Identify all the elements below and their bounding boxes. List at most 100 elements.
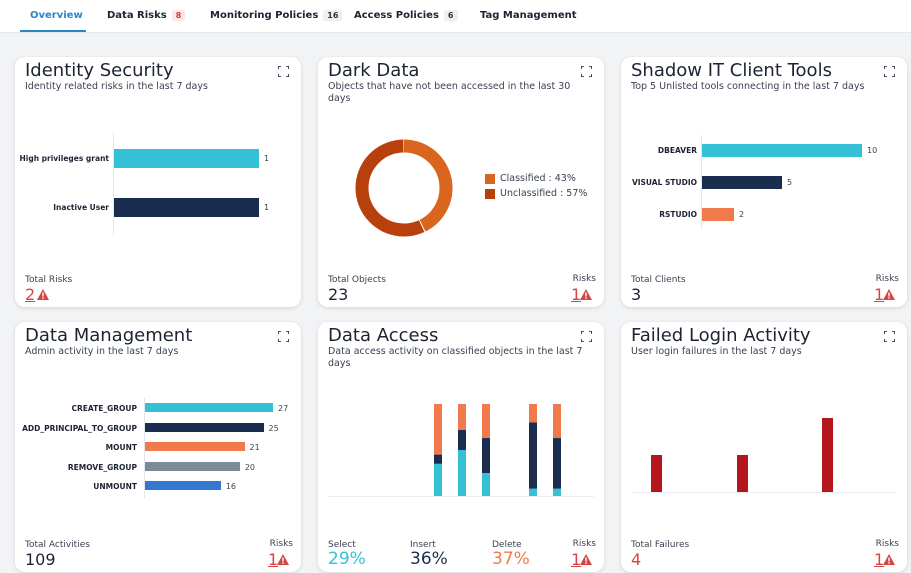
card-title: Dark Data [328,60,420,81]
bar-value: 25 [268,423,279,433]
legend-swatch [485,189,495,199]
bar-label: ADD_PRINCIPAL_TO_GROUP [22,423,137,433]
footer-label: Total Failures [631,540,690,550]
stacked-bar-segment[interactable] [553,438,561,489]
bar-label: UNMOUNT [93,482,137,491]
card-subtitle: Data access activity on classified objec… [328,346,583,369]
footer-label: Total Objects [328,275,386,285]
count-badge: 6 [443,10,458,21]
stacked-bar-segment[interactable] [458,404,466,430]
bar-label: MOUNT [105,443,137,452]
stacked-bar-chart[interactable] [328,392,594,502]
active-tab-indicator [20,30,86,32]
count-badge: 8 [171,10,186,21]
shadow-it-card: Shadow IT Client Tools Top 5 Unlisted to… [621,57,907,307]
footer-label: Total Clients [631,275,686,285]
chart-bar[interactable] [145,403,273,412]
total-activities-value: 109 [25,550,56,569]
legend-unclassified: Unclassified : 57% [500,188,588,199]
bar-value: 1 [264,154,270,163]
bar-label: CREATE_GROUP [71,404,137,413]
bar-chart[interactable] [631,402,897,494]
chart-bar[interactable] [702,144,862,157]
warning-icon [277,554,289,565]
legend-classified: Classified : 43% [500,173,576,184]
card-subtitle: Identity related risks in the last 7 day… [25,81,208,92]
data-management-card: Data Management Admin activity in the la… [15,322,301,572]
tab-overview[interactable]: Overview [30,10,83,21]
stacked-bar-segment[interactable] [553,404,561,439]
chart-bar[interactable] [145,442,245,451]
bar-value: 5 [787,178,793,187]
chart-bar[interactable] [145,481,221,490]
total-clients-value: 3 [631,285,642,304]
stacked-bar-segment[interactable] [529,404,537,423]
donut-chart[interactable] [353,137,455,239]
warning-icon [580,289,592,300]
stacked-bar-segment[interactable] [458,429,466,450]
bar-label: High privileges grant [19,154,109,163]
bar-label: RSTUDIO [659,210,697,219]
delete-percent: 37% [492,549,530,569]
bar-label: REMOVE_GROUP [67,462,137,472]
bar-label: Inactive User [53,203,109,212]
stacked-bar-segment[interactable] [482,438,490,473]
insert-percent: 36% [410,549,448,569]
chart-bar[interactable] [737,455,748,492]
chart-bar[interactable] [702,176,782,189]
risks-label: Risks [572,539,596,549]
stacked-bar-segment[interactable] [434,463,442,496]
risks-label: Risks [875,539,899,549]
chart-bar[interactable] [702,208,734,221]
expand-icon[interactable] [581,331,592,342]
expand-icon[interactable] [581,66,592,77]
card-subtitle: Admin activity in the last 7 days [25,346,179,357]
bar-value: 27 [278,404,289,413]
stacked-bar-segment[interactable] [529,422,537,489]
risks-label: Risks [269,539,293,549]
chart-bar[interactable] [114,198,259,217]
failed-login-card: Failed Login Activity User login failure… [621,322,907,572]
data-access-card: Data Access Data access activity on clas… [318,322,604,572]
stacked-bar-segment[interactable] [482,473,490,496]
legend-swatch [485,174,495,184]
total-failures-value: 4 [631,550,642,569]
card-subtitle: Objects that have not been accessed in t… [328,81,571,104]
card-subtitle: Top 5 Unlisted tools connecting in the l… [631,81,865,92]
expand-icon[interactable] [884,66,895,77]
stacked-bar-segment[interactable] [434,404,442,455]
stacked-bar-segment[interactable] [529,488,537,496]
expand-icon[interactable] [278,331,289,342]
tab-tag-management[interactable]: Tag Management [480,10,577,21]
select-percent: 29% [328,549,366,569]
total-risks-value[interactable]: 2 [25,285,35,304]
expand-icon[interactable] [884,331,895,342]
count-badge: 16 [323,10,343,21]
chart-bar[interactable] [822,418,833,492]
total-objects-value: 23 [328,285,349,304]
chart-bar[interactable] [145,422,264,432]
risks-label: Risks [572,274,596,284]
expand-icon[interactable] [278,66,289,77]
risks-label: Risks [875,274,899,284]
chart-bar[interactable] [145,461,240,471]
stacked-bar-segment[interactable] [458,450,466,496]
tab-data-risks[interactable]: Data Risks 8 [107,10,186,21]
dark-data-card: Dark Data Objects that have not been acc… [318,57,604,307]
chart-bar[interactable] [114,149,259,168]
stacked-bar-segment[interactable] [434,454,442,464]
tab-monitoring-policies[interactable]: Monitoring Policies 16 [210,10,343,21]
bar-value: 20 [244,462,255,472]
chart-bar[interactable] [651,455,662,492]
tab-access-policies[interactable]: Access Policies 6 [354,10,458,21]
bar-value: 10 [867,146,878,155]
bar-value: 21 [249,443,260,452]
stacked-bar-segment[interactable] [482,404,490,439]
card-title: Data Access [328,325,439,346]
warning-icon [883,289,895,300]
stacked-bar-segment[interactable] [553,488,561,496]
tab-bar: Overview Data Risks 8 Monitoring Policies… [0,0,911,33]
bar-value: 2 [739,210,745,219]
bar-label: DBEAVER [657,146,697,155]
bar-label: VISUAL STUDIO [631,178,697,187]
